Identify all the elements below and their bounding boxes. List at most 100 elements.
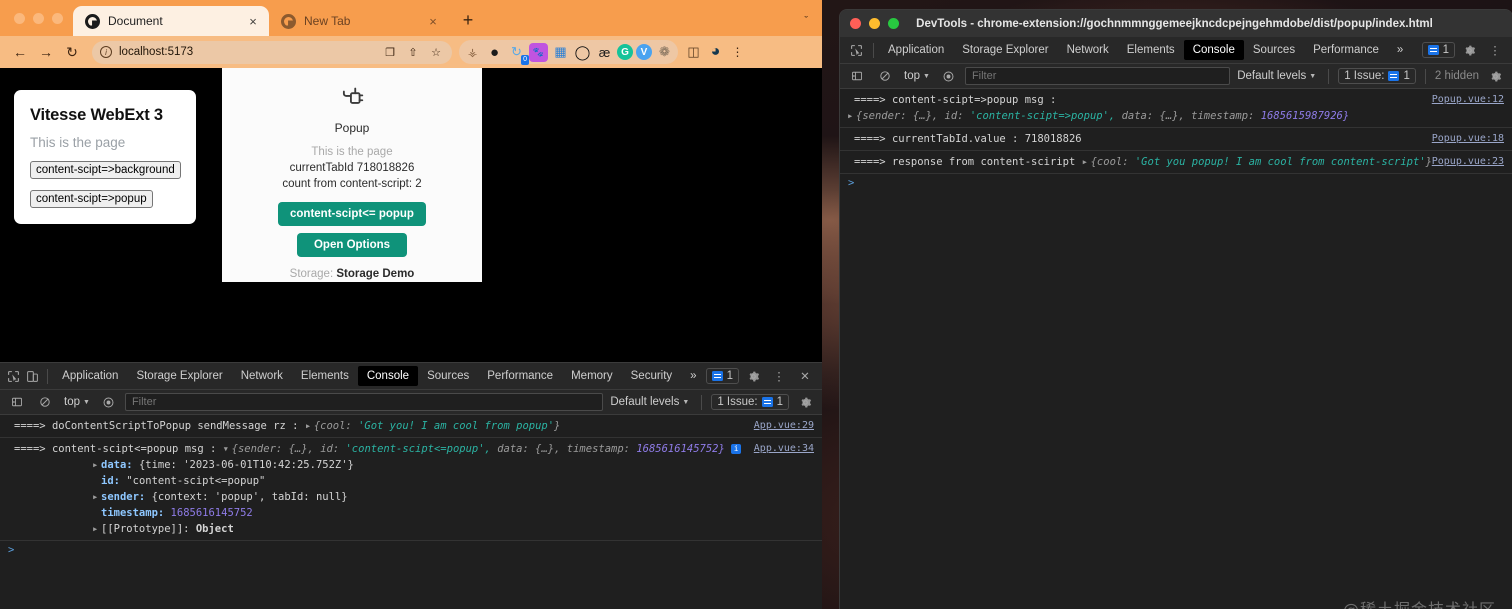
console-log-row[interactable]: ====> response from content-sciript ▸ {co… (840, 151, 1512, 174)
close-window-button[interactable] (14, 13, 25, 24)
vimium-extension-icon[interactable]: V (636, 44, 652, 60)
ae-extension-icon[interactable]: æ (595, 43, 614, 62)
gear-icon[interactable] (1457, 39, 1481, 61)
tab-search-chevron-down-icon[interactable]: ˇ (804, 15, 822, 36)
console-log-row[interactable]: ====> content-scipt<=popup msg : ▾ {sende… (0, 438, 822, 541)
forward-button[interactable]: → (34, 40, 58, 64)
console-prompt[interactable]: > (0, 541, 822, 559)
vitesse-webext-icon[interactable]: ⚶ (463, 43, 482, 62)
clear-console-icon[interactable] (33, 391, 57, 413)
toggle-device-toolbar-icon[interactable] (23, 365, 42, 387)
expand-arrow-icon[interactable]: ▸ (305, 418, 314, 434)
log-source-link[interactable]: App.vue:34 (754, 441, 814, 457)
tab-storage-explorer[interactable]: Storage Explorer (127, 366, 231, 386)
collapse-arrow-icon[interactable]: ▾ (223, 441, 232, 457)
puzzle-extensions-icon[interactable]: ❁ (655, 43, 674, 62)
log-source-link[interactable]: Popup.vue:18 (1432, 131, 1504, 147)
tab-security[interactable]: Security (622, 366, 682, 386)
console-log-row[interactable]: ====> doContentScriptToPopup sendMessage… (0, 415, 822, 438)
bookmark-star-icon[interactable]: ☆ (428, 44, 444, 60)
console-log-row[interactable]: ====> currentTabId.value : 718018826 Pop… (840, 128, 1512, 151)
console-prompt[interactable]: > (840, 174, 1512, 192)
tab-elements[interactable]: Elements (292, 366, 358, 386)
maximize-window-button[interactable] (888, 18, 899, 29)
live-expression-eye-icon[interactable] (937, 65, 961, 87)
new-tab-button[interactable]: + (455, 7, 481, 33)
tab-network[interactable]: Network (232, 366, 292, 386)
open-options-button[interactable]: Open Options (296, 233, 408, 257)
content-script-from-popup-button[interactable]: content-scipt<= popup (278, 202, 426, 226)
tab-memory[interactable]: Memory (562, 366, 622, 386)
message-count-chip[interactable]: 1 (705, 368, 739, 384)
chrome-color-icon[interactable]: ● (485, 43, 504, 62)
share-icon[interactable]: ⇧ (405, 44, 421, 60)
console-output-window[interactable]: ====> content-scipt=>popup msg : ▸ {sende… (840, 89, 1512, 609)
message-count-chip[interactable]: 1 (1421, 42, 1455, 58)
side-panel-icon[interactable]: ◫ (684, 43, 703, 62)
console-sidebar-icon[interactable] (5, 391, 29, 413)
tab-elements[interactable]: Elements (1118, 40, 1184, 60)
close-window-button[interactable] (850, 18, 861, 29)
minimize-window-button[interactable] (33, 13, 44, 24)
expand-arrow-icon[interactable]: ▸ (92, 489, 101, 505)
console-output-bottom[interactable]: ====> doContentScriptToPopup sendMessage… (0, 415, 822, 609)
console-settings-gear-icon[interactable] (1483, 65, 1507, 87)
expanded-property[interactable]: timestamp: 1685616145752 (14, 505, 822, 521)
expanded-property[interactable]: ▸ sender: {context: 'popup', tabId: null} (14, 489, 822, 505)
tab-sources[interactable]: Sources (1244, 40, 1304, 60)
reload-button[interactable]: ↻ (60, 40, 84, 64)
execution-context-selector[interactable]: top ▼ (901, 70, 933, 82)
tab-document[interactable]: Document × (73, 6, 269, 36)
cat-extension-icon[interactable]: 🐾 (529, 42, 548, 62)
expand-arrow-icon[interactable]: ▸ (92, 521, 101, 537)
issues-chip[interactable]: 1 Issue: 1 (711, 394, 789, 410)
sync-extension-icon[interactable]: ↻ 0 (507, 43, 529, 65)
avatar[interactable]: ◕ (706, 43, 725, 62)
tab-storage-explorer[interactable]: Storage Explorer (953, 40, 1057, 60)
expanded-property[interactable]: id: "content-scipt<=popup" (14, 473, 822, 489)
grammarly-extension-icon[interactable]: G (617, 44, 633, 60)
back-button[interactable]: ← (8, 40, 32, 64)
translate-icon[interactable]: ❐ (382, 44, 398, 60)
tab-sources[interactable]: Sources (418, 366, 478, 386)
tab-new-tab[interactable]: New Tab × (269, 6, 449, 36)
minimize-window-button[interactable] (869, 18, 880, 29)
maximize-window-button[interactable] (52, 13, 63, 24)
close-devtools-icon[interactable]: ✕ (793, 365, 817, 387)
log-source-link[interactable]: Popup.vue:23 (1432, 154, 1504, 170)
log-levels-selector[interactable]: Default levels ▼ (1234, 70, 1319, 82)
tab-performance[interactable]: Performance (1304, 40, 1388, 60)
console-filter-input[interactable] (124, 393, 604, 411)
info-icon[interactable]: i (731, 444, 742, 454)
more-tabs-icon[interactable]: » (1388, 40, 1412, 60)
log-levels-selector[interactable]: Default levels ▼ (607, 396, 692, 408)
expand-arrow-icon[interactable]: ▸ (92, 457, 101, 473)
execution-context-selector[interactable]: top ▼ (61, 396, 93, 408)
tab-application[interactable]: Application (53, 366, 127, 386)
close-icon[interactable]: × (245, 13, 261, 29)
tab-network[interactable]: Network (1058, 40, 1118, 60)
live-expression-eye-icon[interactable] (97, 391, 121, 413)
tab-console[interactable]: Console (357, 366, 419, 386)
console-settings-gear-icon[interactable] (793, 391, 817, 413)
site-info-icon[interactable]: i (100, 46, 112, 58)
console-filter-input[interactable] (964, 67, 1231, 85)
expanded-property[interactable]: ▸ [[Prototype]]: Object (14, 521, 822, 537)
log-source-link[interactable]: Popup.vue:12 (1432, 92, 1504, 108)
more-tabs-icon[interactable]: » (681, 366, 705, 386)
gear-icon[interactable] (741, 365, 765, 387)
content-script-to-popup-button[interactable]: content-scipt=>popup (30, 190, 153, 208)
expand-arrow-icon[interactable]: ▸ (1082, 154, 1091, 170)
tab-performance[interactable]: Performance (478, 366, 562, 386)
browser-menu-icon[interactable]: ⋮ (728, 43, 747, 62)
expand-arrow-icon[interactable]: ▸ (847, 108, 856, 124)
ring-extension-icon[interactable]: ◯ (573, 43, 592, 62)
content-script-to-background-button[interactable]: content-scipt=>background (30, 161, 181, 179)
inspect-element-icon[interactable] (4, 365, 23, 387)
console-log-row[interactable]: ====> content-scipt=>popup msg : ▸ {sende… (840, 89, 1512, 128)
expanded-property[interactable]: ▸ data: {time: '2023-06-01T10:42:25.752Z'… (14, 457, 822, 473)
calculator-extension-icon[interactable]: ▦ (551, 43, 570, 62)
inspect-element-icon[interactable] (844, 39, 868, 61)
log-source-link[interactable]: App.vue:29 (754, 418, 814, 434)
clear-console-icon[interactable] (873, 65, 897, 87)
